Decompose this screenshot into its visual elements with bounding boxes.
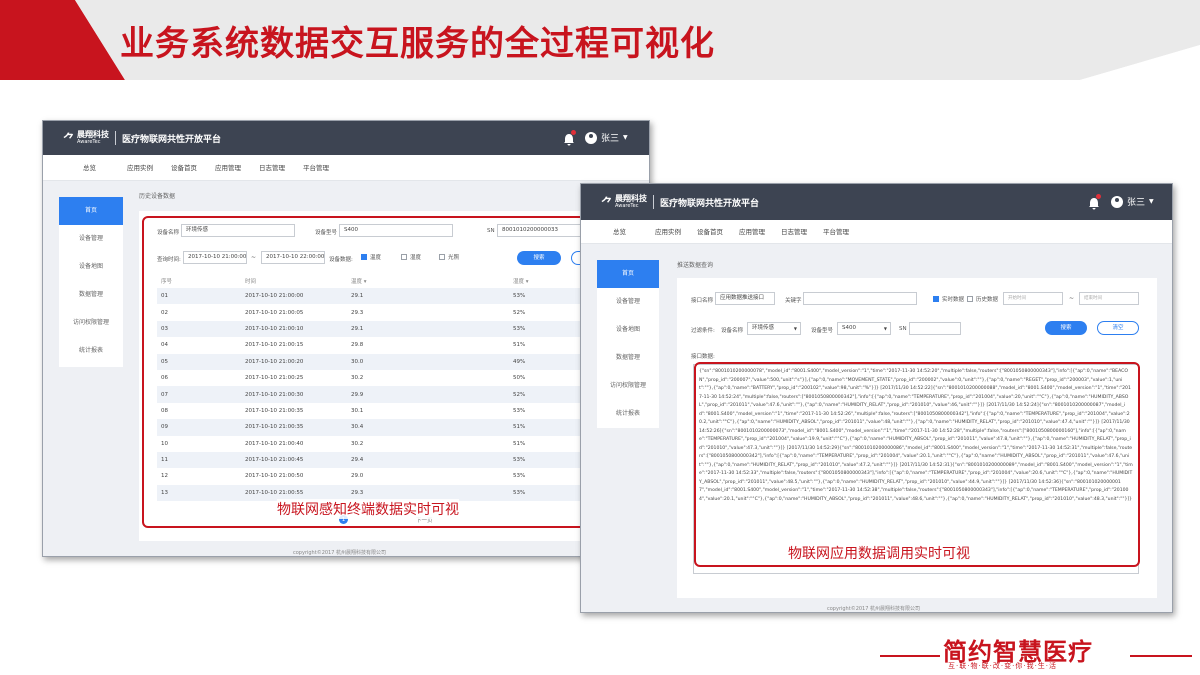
nav-device-home[interactable]: 设备首页 (697, 220, 739, 243)
nav-overview[interactable]: 总览 (83, 155, 127, 180)
logo-icon: ⺈ (63, 131, 76, 146)
avatar (585, 131, 597, 144)
api-name-field[interactable]: 应用数据推送接口 (715, 292, 775, 305)
sidebar-item-home[interactable]: 首页 (597, 260, 659, 288)
sidebar-item-device-map[interactable]: 设备地图 (597, 316, 659, 344)
sidebar-item-reports[interactable]: 统计报表 (59, 337, 123, 365)
option-history[interactable]: 历史数据 (967, 295, 998, 303)
api-name-label: 接口名称 (691, 298, 714, 304)
app-topbar: ⺈ 晨翔科技 AwareTec 医疗物联网共性开放平台 张三 ▼ (581, 184, 1172, 220)
logo-en: AwareTec (77, 138, 101, 145)
sn-label: SN (899, 326, 907, 332)
chevron-down-icon: ▼ (793, 326, 797, 331)
checkbox-checked-icon (933, 296, 939, 302)
caption-terminal-data: 物联网感知终端数据实时可视 (277, 499, 459, 519)
nav-app-instance[interactable]: 应用实例 (127, 155, 171, 180)
option-realtime[interactable]: 实时数据 (933, 295, 964, 303)
caption-app-data: 物联网应用数据调用实时可视 (788, 543, 970, 563)
keyword-field[interactable] (803, 292, 917, 305)
sidebar-item-data[interactable]: 数据管理 (597, 344, 659, 372)
chevron-down-icon: ▼ (623, 134, 628, 141)
nav-platform-manage[interactable]: 平台管理 (823, 220, 865, 243)
sidebar-item-devices[interactable]: 设备管理 (59, 225, 123, 253)
nav-overview[interactable]: 总览 (613, 220, 655, 243)
breadcrumb: 推送数据查询 (677, 262, 714, 269)
interface-data-label: 接口数据: (691, 354, 715, 360)
sidebar-item-devices[interactable]: 设备管理 (597, 288, 659, 316)
sn-field[interactable] (909, 322, 961, 335)
user-name: 张三 (601, 134, 620, 144)
clear-button[interactable]: 清空 (1097, 321, 1139, 335)
app-logo: ⺈ 晨翔科技 AwareTec 医疗物联网共性开放平台 (63, 129, 221, 147)
user-menu[interactable]: 张三 ▼ (585, 131, 628, 144)
nav-device-home[interactable]: 设备首页 (171, 155, 215, 180)
sidebar-item-access[interactable]: 访问权限管理 (597, 372, 659, 400)
date-from-field[interactable]: 开始时间 (1003, 292, 1063, 305)
top-nav: 总览 应用实例 设备首页 应用管理 日志管理 平台管理 (43, 155, 649, 181)
sidebar-item-data[interactable]: 数据管理 (59, 281, 123, 309)
date-sep: ~ (1069, 295, 1075, 302)
highlight-box-terminal (142, 216, 588, 528)
app-title: 医疗物联网共性开放平台 (122, 134, 222, 145)
filter-cond-label: 过滤条件: (691, 328, 715, 334)
nav-app-instance[interactable]: 应用实例 (655, 220, 697, 243)
nav-app-manage[interactable]: 应用管理 (739, 220, 781, 243)
breadcrumb: 历史设备数据 (139, 193, 176, 200)
dev-model-label: 设备型号 (811, 328, 834, 334)
date-to-field[interactable]: 结束时间 (1079, 292, 1139, 305)
sidebar-item-reports[interactable]: 统计报表 (597, 400, 659, 428)
sidebar-item-device-map[interactable]: 设备地图 (59, 253, 123, 281)
sidebar-item-home[interactable]: 首页 (59, 197, 123, 225)
chevron-down-icon: ▼ (1149, 198, 1154, 205)
sidebar-item-access[interactable]: 访问权限管理 (59, 309, 123, 337)
brand-rule-right (1130, 655, 1192, 657)
highlight-box-app (694, 362, 1140, 567)
user-name: 张三 (1127, 198, 1146, 208)
sidebar: 首页 设备管理 设备地图 数据管理 访问权限管理 统计报表 (59, 197, 123, 367)
brand-rule-left (880, 655, 940, 657)
top-nav: 总览 应用实例 设备首页 应用管理 日志管理 平台管理 (581, 220, 1172, 244)
app-title: 医疗物联网共性开放平台 (660, 198, 760, 209)
notification-bell-icon[interactable] (563, 130, 576, 150)
nav-log-manage[interactable]: 日志管理 (259, 155, 303, 180)
dev-model-select[interactable]: S400 ▼ (837, 322, 891, 335)
user-menu[interactable]: 张三 ▼ (1111, 195, 1154, 208)
notification-bell-icon[interactable] (1088, 194, 1101, 214)
nav-log-manage[interactable]: 日志管理 (781, 220, 823, 243)
avatar (1111, 195, 1123, 208)
nav-platform-manage[interactable]: 平台管理 (303, 155, 347, 180)
keyword-label: 关键字 (785, 298, 802, 304)
copyright: copyright©2017 杭州晨翔科技有限公司 (827, 606, 921, 612)
chevron-down-icon: ▼ (883, 326, 887, 331)
search-button[interactable]: 搜索 (1045, 321, 1087, 335)
dev-name-label: 设备名称 (721, 328, 744, 334)
copyright: copyright©2017 杭州晨翔科技有限公司 (293, 550, 387, 556)
logo-en: AwareTec (615, 202, 639, 209)
logo-icon: ⺈ (601, 195, 614, 210)
sidebar: 首页 设备管理 设备地图 数据管理 访问权限管理 统计报表 (597, 260, 659, 428)
slide-title: 业务系统数据交互服务的全过程可视化 (120, 24, 715, 64)
app-logo: ⺈ 晨翔科技 AwareTec 医疗物联网共性开放平台 (601, 193, 759, 211)
nav-app-manage[interactable]: 应用管理 (215, 155, 259, 180)
brand-slogan: 互·联·物·联·改·变·你·我·生·活 (948, 662, 1058, 670)
checkbox-icon (967, 296, 973, 302)
app-topbar: ⺈ 晨翔科技 AwareTec 医疗物联网共性开放平台 张三 ▼ (43, 121, 649, 155)
dev-name-select[interactable]: 环境传感 ▼ (747, 322, 801, 335)
